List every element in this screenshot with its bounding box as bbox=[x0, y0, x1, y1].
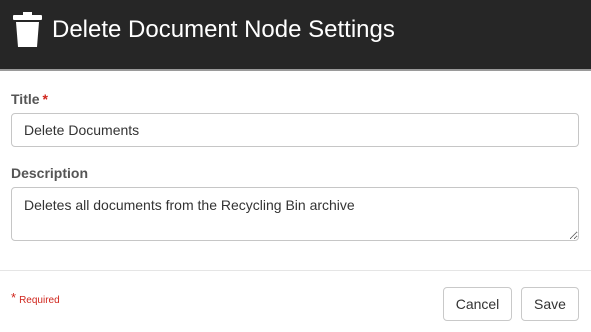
title-label-text: Title bbox=[11, 91, 40, 107]
title-input[interactable] bbox=[11, 113, 579, 147]
footer-divider bbox=[0, 270, 591, 271]
description-textarea[interactable]: Deletes all documents from the Recycling… bbox=[11, 187, 579, 241]
description-label: Description bbox=[11, 165, 89, 181]
required-note-mark: * bbox=[11, 290, 17, 305]
cancel-button[interactable]: Cancel bbox=[443, 287, 512, 321]
save-button[interactable]: Save bbox=[521, 287, 579, 321]
required-note: * Required bbox=[11, 290, 60, 306]
trash-icon bbox=[13, 12, 42, 47]
title-label: Title * bbox=[11, 91, 48, 107]
dialog-title: Delete Document Node Settings bbox=[52, 16, 395, 43]
dialog-header: Delete Document Node Settings bbox=[0, 0, 591, 71]
required-note-text: Required bbox=[19, 295, 60, 306]
title-required-mark: * bbox=[42, 91, 48, 107]
